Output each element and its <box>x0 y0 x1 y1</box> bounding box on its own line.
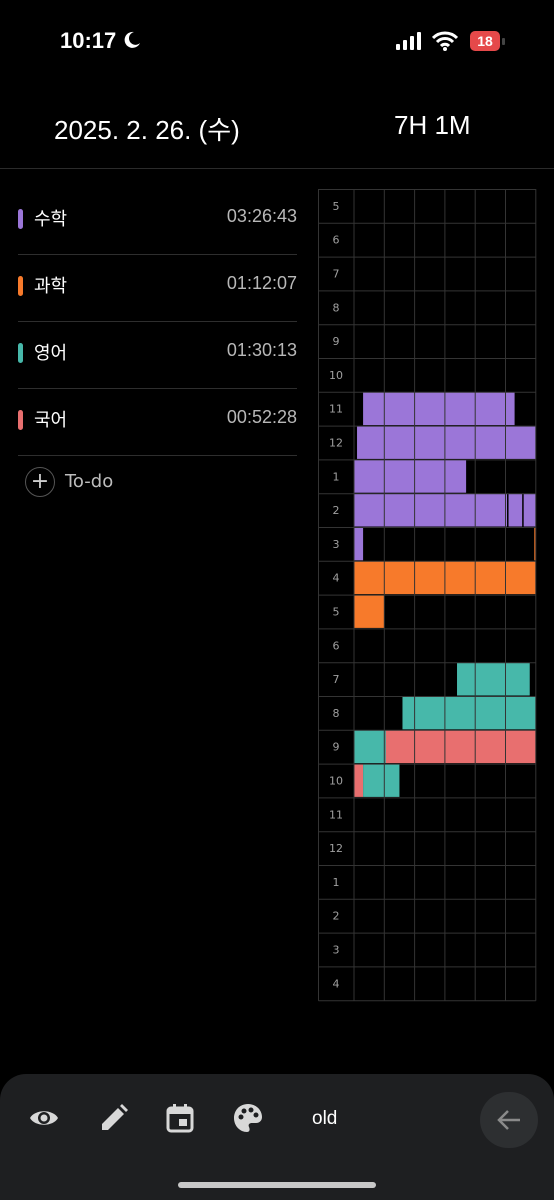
hour-label: 11 <box>329 808 343 821</box>
subject-item[interactable]: 국어 00:52:28 <box>18 389 297 456</box>
study-block <box>354 459 467 493</box>
subject-name: 수학 <box>34 209 68 230</box>
plus-icon: + <box>25 467 55 497</box>
timetable-grid: 567891011121234567891011121234 <box>318 189 537 1002</box>
subject-color-bar <box>18 209 23 229</box>
subject-item[interactable]: 수학 03:26:43 <box>18 188 297 255</box>
subject-list: 수학 03:26:43 과학 01:12:07 영어 01:30:13 국어 0… <box>18 188 297 456</box>
subject-time: 03:26:43 <box>226 206 297 226</box>
subject-item[interactable]: 과학 01:12:07 <box>18 255 297 322</box>
wifi-icon <box>431 31 459 55</box>
hour-label: 5 <box>333 200 340 213</box>
study-block <box>354 764 364 797</box>
study-block <box>354 595 385 628</box>
calendar-icon[interactable] <box>164 1102 196 1134</box>
home-indicator <box>178 1182 376 1188</box>
subject-name: 과학 <box>34 276 68 297</box>
subject-name: 국어 <box>34 410 68 431</box>
study-block <box>354 527 364 561</box>
hour-label: 2 <box>333 910 340 923</box>
date-title[interactable]: 2025. 2. 26. (수) <box>54 110 240 147</box>
hour-label: 11 <box>329 403 343 416</box>
hour-label: 7 <box>333 268 340 281</box>
hour-label: 10 <box>329 775 343 788</box>
hour-label: 4 <box>333 977 340 990</box>
bottom-toolbar: old <box>0 1074 554 1200</box>
hour-label: 4 <box>333 572 340 585</box>
study-block <box>523 493 536 527</box>
status-bar: 10:17 18 <box>0 0 554 80</box>
palette-icon[interactable] <box>232 1102 264 1134</box>
study-block <box>363 392 515 426</box>
subject-time: 01:30:13 <box>226 340 297 360</box>
todo-label: To-do <box>65 471 114 492</box>
status-time: 10:17 <box>60 28 117 53</box>
hour-label: 2 <box>333 504 340 517</box>
pencil-icon[interactable] <box>98 1102 130 1134</box>
subject-name: 영어 <box>34 343 68 364</box>
subject-time: 00:52:28 <box>226 407 297 427</box>
subject-item[interactable]: 영어 01:30:13 <box>18 322 297 389</box>
hour-label: 9 <box>333 741 340 754</box>
hour-label: 8 <box>333 707 340 720</box>
study-block <box>354 493 508 527</box>
subject-color-bar <box>18 276 23 296</box>
battery-level: 18 <box>477 33 493 49</box>
date-header: 2025. 2. 26. (수) 7H 1M <box>0 100 554 169</box>
arrow-left-icon <box>496 1108 522 1136</box>
hour-label: 12 <box>329 842 343 855</box>
hour-label: 6 <box>333 234 340 247</box>
moon-icon <box>122 30 142 55</box>
study-block <box>354 730 386 764</box>
subject-color-bar <box>18 410 23 430</box>
hour-label: 1 <box>333 876 340 889</box>
subject-color-bar <box>18 343 23 363</box>
eye-icon[interactable] <box>28 1102 60 1134</box>
study-block <box>508 493 523 527</box>
hour-label: 7 <box>333 673 340 686</box>
cellular-signal-icon <box>396 32 422 54</box>
hour-label: 3 <box>333 538 340 551</box>
hour-label: 5 <box>333 606 340 619</box>
battery-icon: 18 <box>470 31 505 51</box>
hour-label: 9 <box>333 335 340 348</box>
back-button[interactable] <box>480 1092 538 1148</box>
study-block <box>402 696 536 730</box>
hour-label: 1 <box>333 470 340 483</box>
hour-label: 12 <box>329 437 343 450</box>
hour-label: 3 <box>333 944 340 957</box>
subject-time: 01:12:07 <box>226 273 297 293</box>
study-timetable: 5 6 7 8 9 10 11 12 1 2 3 4 5 6 7 8 9 10 11 12 1 2 3 4 <box>318 189 537 1007</box>
hour-label: 8 <box>333 301 340 314</box>
old-button[interactable]: old <box>312 1108 337 1130</box>
study-block <box>363 764 400 797</box>
study-block <box>457 662 530 696</box>
total-study-time: 7H 1M <box>394 110 471 140</box>
hour-label: 6 <box>333 639 340 652</box>
hour-label: 10 <box>329 369 343 382</box>
study-block <box>385 730 536 764</box>
